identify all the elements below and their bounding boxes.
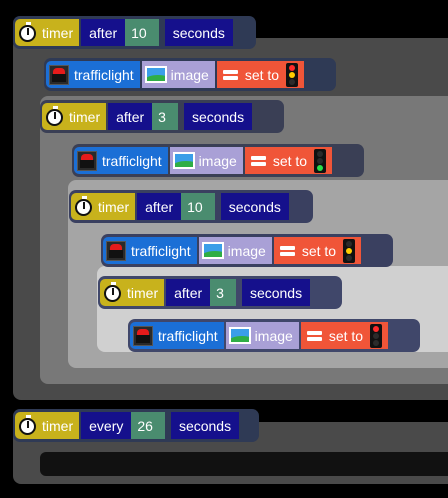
traffic-light-icon (77, 150, 97, 171)
timer-label: timer (42, 417, 74, 434)
timer-duration-input[interactable]: 10 (125, 19, 159, 46)
equals-icon (279, 245, 295, 257)
traffic-light-value-icon[interactable] (343, 238, 356, 263)
object-segment[interactable]: trafficlight (103, 237, 197, 264)
object-name: trafficlight (102, 152, 162, 169)
set-property-block[interactable]: trafficlight image set to (44, 58, 336, 91)
operator-segment[interactable]: set to (273, 237, 362, 264)
property-name: image (227, 242, 266, 259)
equals-icon (306, 330, 322, 342)
timer-block[interactable]: timer every 26 seconds (13, 409, 259, 442)
timer-segment[interactable]: timer (15, 19, 80, 46)
set-property-block[interactable]: trafficlight image set to (101, 234, 393, 267)
timer-label: timer (69, 108, 101, 125)
set-property-block[interactable]: trafficlight image set to (128, 319, 420, 352)
timer-mode-dropdown[interactable]: every (81, 412, 132, 439)
timer-block[interactable]: timer after 3 seconds (98, 276, 342, 309)
object-segment[interactable]: trafficlight (130, 322, 224, 349)
timer-duration-input[interactable]: 26 (131, 412, 165, 439)
property-segment[interactable]: image (169, 147, 243, 174)
timer-mode-dropdown[interactable]: after (166, 279, 211, 306)
traffic-light-value-icon[interactable] (286, 62, 299, 87)
set-property-block[interactable]: trafficlight image set to (72, 144, 364, 177)
stopwatch-icon (18, 21, 38, 44)
timer-block[interactable]: timer after 10 seconds (13, 16, 256, 49)
property-name: image (254, 327, 293, 344)
timer-segment[interactable]: timer (15, 412, 80, 439)
timer-segment[interactable]: timer (71, 193, 136, 220)
property-name: image (198, 152, 237, 169)
equals-icon (250, 155, 266, 167)
picture-icon (144, 66, 167, 83)
timer-segment[interactable]: timer (42, 103, 107, 130)
timer-segment[interactable]: timer (100, 279, 165, 306)
operator-label: set to (244, 66, 280, 83)
timer-5-empty-slot[interactable] (40, 452, 448, 476)
timer-unit-dropdown[interactable]: seconds (183, 103, 253, 130)
object-segment[interactable]: trafficlight (46, 61, 140, 88)
traffic-light-icon (49, 64, 69, 85)
operator-label: set to (328, 327, 364, 344)
timer-label: timer (98, 198, 130, 215)
equals-icon (222, 69, 238, 81)
traffic-light-value-icon[interactable] (314, 148, 327, 173)
picture-icon (172, 152, 195, 169)
stopwatch-icon (103, 281, 123, 304)
timer-label: timer (127, 284, 159, 301)
stopwatch-icon (45, 105, 65, 128)
timer-mode-dropdown[interactable]: after (81, 19, 126, 46)
timer-label: timer (42, 24, 74, 41)
operator-segment[interactable]: set to (216, 61, 305, 88)
timer-block[interactable]: timer after 10 seconds (69, 190, 313, 223)
timer-mode-dropdown[interactable]: after (137, 193, 182, 220)
property-name: image (170, 66, 209, 83)
timer-mode-dropdown[interactable]: after (108, 103, 153, 130)
traffic-light-value-icon[interactable] (370, 323, 383, 348)
picture-icon (201, 242, 224, 259)
timer-unit-dropdown[interactable]: seconds (170, 412, 240, 439)
object-name: trafficlight (74, 66, 134, 83)
property-segment[interactable]: image (198, 237, 272, 264)
traffic-light-icon (133, 325, 153, 346)
operator-label: set to (301, 242, 337, 259)
traffic-light-icon (106, 240, 126, 261)
timer-duration-input[interactable]: 3 (152, 103, 178, 130)
object-segment[interactable]: trafficlight (74, 147, 168, 174)
timer-unit-dropdown[interactable]: seconds (164, 19, 233, 46)
timer-block[interactable]: timer after 3 seconds (40, 100, 284, 133)
picture-icon (228, 327, 251, 344)
timer-unit-dropdown[interactable]: seconds (220, 193, 289, 220)
operator-segment[interactable]: set to (244, 147, 333, 174)
property-segment[interactable]: image (141, 61, 215, 88)
stopwatch-icon (74, 195, 94, 218)
operator-label: set to (272, 152, 308, 169)
timer-unit-dropdown[interactable]: seconds (241, 279, 311, 306)
object-name: trafficlight (158, 327, 218, 344)
property-segment[interactable]: image (225, 322, 299, 349)
stopwatch-icon (18, 414, 38, 437)
timer-duration-input[interactable]: 10 (181, 193, 215, 220)
timer-duration-input[interactable]: 3 (210, 279, 236, 306)
object-name: trafficlight (131, 242, 191, 259)
operator-segment[interactable]: set to (300, 322, 389, 349)
